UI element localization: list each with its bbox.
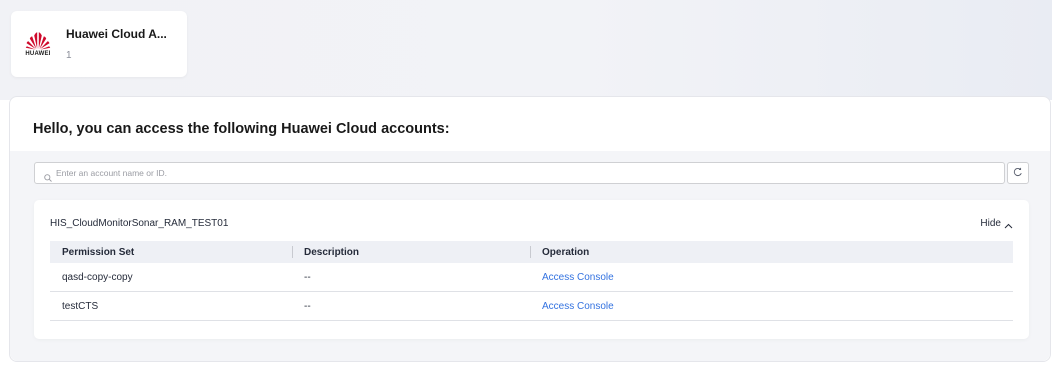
account-name: HIS_CloudMonitorSonar_RAM_TEST01 <box>50 218 229 229</box>
page-title: Hello, you can access the following Huaw… <box>33 121 450 137</box>
app-card[interactable]: HUAWEI Huawei Cloud A... 1 <box>11 11 187 77</box>
app-title: Huawei Cloud A... <box>66 27 167 41</box>
description-cell: -- <box>292 291 530 321</box>
table-row: testCTS -- Access Console <box>50 291 1013 321</box>
access-console-link[interactable]: Access Console <box>542 272 614 283</box>
column-header-description: Description <box>292 241 530 263</box>
operation-cell: Access Console <box>530 291 1013 321</box>
refresh-icon <box>1013 164 1023 182</box>
account-card: HIS_CloudMonitorSonar_RAM_TEST01 Hide Pe… <box>34 200 1029 339</box>
hide-toggle-label: Hide <box>980 218 1001 229</box>
description-cell: -- <box>292 263 530 292</box>
permission-set-cell: testCTS <box>50 291 292 321</box>
hide-toggle-button[interactable]: Hide <box>980 218 1013 229</box>
search-icon <box>44 169 52 182</box>
accounts-panel: Hello, you can access the following Huaw… <box>9 96 1051 362</box>
table-header-row: Permission Set Description Operation <box>50 241 1013 263</box>
search-input[interactable] <box>56 168 956 178</box>
table-row: qasd-copy-copy -- Access Console <box>50 263 1013 292</box>
permission-set-cell: qasd-copy-copy <box>50 263 292 292</box>
permission-table: Permission Set Description Operation qas… <box>50 241 1013 321</box>
column-header-permission-set: Permission Set <box>50 241 292 263</box>
search-box[interactable] <box>34 162 1005 184</box>
app-account-count: 1 <box>66 50 72 61</box>
chevron-up-icon <box>1004 221 1013 228</box>
refresh-button[interactable] <box>1007 162 1029 184</box>
access-console-link[interactable]: Access Console <box>542 301 614 312</box>
column-header-operation: Operation <box>530 241 1013 263</box>
huawei-logo-icon: HUAWEI <box>21 31 55 71</box>
huawei-logo-word: HUAWEI <box>25 51 51 57</box>
operation-cell: Access Console <box>530 263 1013 292</box>
